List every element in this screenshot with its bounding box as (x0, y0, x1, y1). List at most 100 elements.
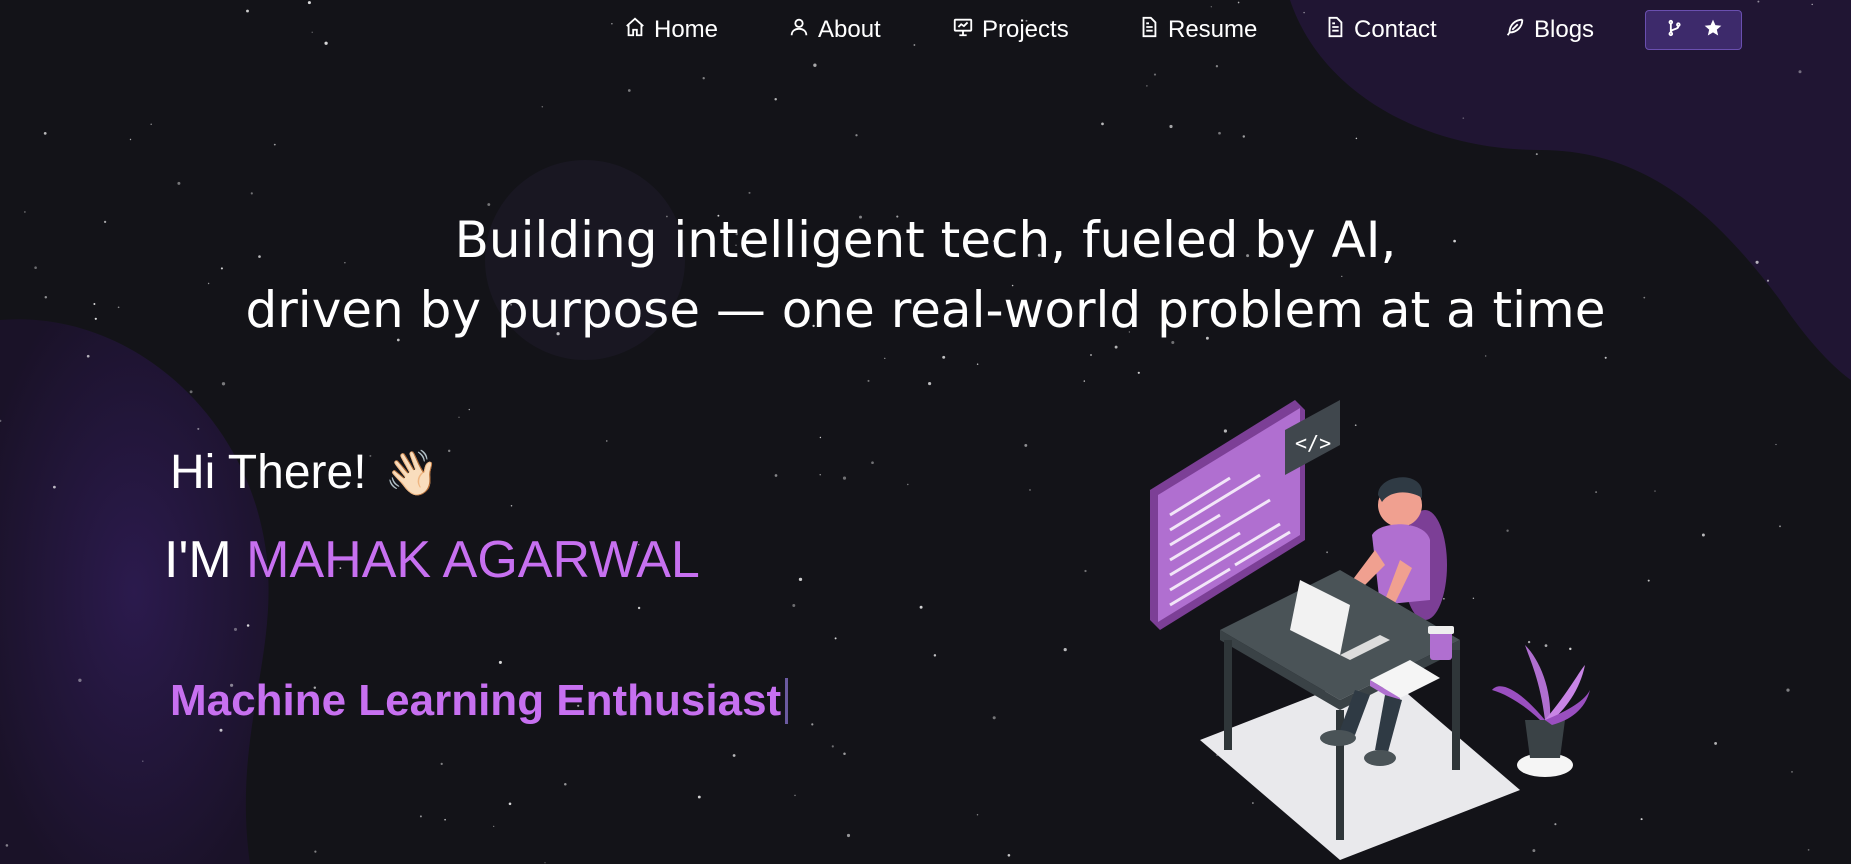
star-dot (43, 132, 47, 135)
star-dot (197, 427, 200, 430)
greeting-text: Hi There! (170, 446, 367, 499)
star-dot (992, 716, 996, 720)
star-dot (627, 89, 631, 92)
star-dot (748, 191, 751, 194)
feather-icon (1504, 16, 1526, 45)
tagline-line-2: driven by purpose — one real-world probl… (245, 281, 1606, 339)
star-dot (611, 23, 613, 25)
star-dot (508, 802, 512, 806)
star-dot (1485, 355, 1487, 357)
star-dot (440, 762, 443, 766)
role-text: Machine Learning Enthusiast (170, 676, 782, 725)
star-dot (246, 9, 249, 13)
github-fork-button[interactable] (1645, 10, 1742, 50)
nav-item-home[interactable]: Home (624, 10, 718, 50)
star-dot (221, 382, 226, 386)
star-dot (843, 752, 846, 755)
star-dot (324, 41, 328, 45)
star-dot (307, 1, 311, 5)
star-dot (846, 833, 851, 838)
star-dot (774, 98, 777, 101)
star-dot (1083, 380, 1086, 382)
star-dot (933, 654, 937, 657)
star-dot (774, 474, 778, 477)
star-dot (1647, 579, 1650, 582)
star-dot (1798, 70, 1802, 74)
nav-label-resume: Resume (1168, 16, 1258, 43)
star-dot (976, 363, 979, 365)
star-dot (1153, 73, 1157, 76)
star-dot (273, 143, 276, 146)
nav-item-about[interactable]: About (788, 10, 881, 50)
star-dot (919, 605, 923, 609)
star-dot (219, 728, 223, 732)
nav-label-home: Home (654, 16, 719, 43)
nav-label-about: About (818, 16, 881, 43)
star-dot (419, 815, 422, 818)
star-dot (1701, 533, 1705, 537)
star-dot (311, 31, 313, 33)
star-dot (1063, 648, 1067, 652)
star-dot (53, 485, 56, 489)
star-dot (1640, 818, 1643, 821)
star-dot (78, 678, 82, 682)
star-dot (250, 192, 253, 195)
star-dot (794, 794, 796, 797)
star-dot (1595, 491, 1598, 494)
star-dot (842, 476, 847, 480)
star-dot (1604, 356, 1607, 359)
tagline-line-1: Building intelligent tech, fueled by AI, (454, 211, 1397, 269)
developer-illustration: </> (1150, 400, 1590, 860)
star-dot (913, 44, 916, 46)
star-dot (246, 624, 250, 627)
star-dot (5, 844, 9, 847)
star-dot (493, 825, 495, 828)
nav-item-contact[interactable]: Contact (1324, 10, 1437, 50)
star-dot (1029, 489, 1031, 491)
star-dot (1242, 135, 1246, 138)
star-dot (510, 505, 513, 507)
fork-icon (1665, 18, 1685, 43)
star-dot (697, 795, 701, 799)
star-dot (834, 637, 837, 640)
star-dot (1169, 124, 1173, 129)
document-icon (1324, 16, 1346, 45)
star-dot (1218, 131, 1221, 135)
nav-item-resume[interactable]: Resume (1138, 10, 1257, 50)
typewriter-role: Machine Learning Enthusiast (170, 676, 789, 726)
star-dot (1024, 443, 1028, 447)
star-dot (1462, 117, 1465, 119)
star-dot (867, 379, 870, 382)
star-dot (1084, 569, 1087, 573)
star-dot (129, 138, 132, 141)
nav-label-blogs: Blogs (1534, 16, 1595, 43)
projects-icon (952, 16, 974, 45)
star-dot (564, 782, 567, 786)
star-dot (1791, 771, 1793, 773)
star-dot (1654, 490, 1656, 492)
nav-item-projects[interactable]: Projects (952, 10, 1069, 50)
star-dot (1101, 122, 1104, 126)
star-dot (150, 123, 152, 126)
star-dot (233, 627, 238, 631)
star-dot (86, 354, 90, 358)
star-dot (606, 440, 608, 442)
star-dot (1137, 371, 1140, 374)
nav-label-projects: Projects (982, 16, 1069, 43)
star-dot (189, 390, 193, 394)
star-dot (1090, 354, 1092, 356)
star-dot (702, 77, 705, 80)
star-dot (1714, 741, 1718, 745)
typing-cursor (785, 678, 789, 724)
star-dot (177, 181, 181, 185)
star-dot (792, 604, 796, 607)
star-dot (1215, 65, 1219, 68)
star-dot (732, 754, 736, 757)
svg-text:</>: </> (1295, 431, 1331, 455)
star-dot (1775, 443, 1777, 446)
star-dot (637, 606, 641, 610)
nav-item-blogs[interactable]: Blogs (1504, 10, 1594, 50)
star-dot (798, 577, 803, 582)
star-dot (1210, 6, 1212, 8)
star-dot (855, 134, 858, 137)
